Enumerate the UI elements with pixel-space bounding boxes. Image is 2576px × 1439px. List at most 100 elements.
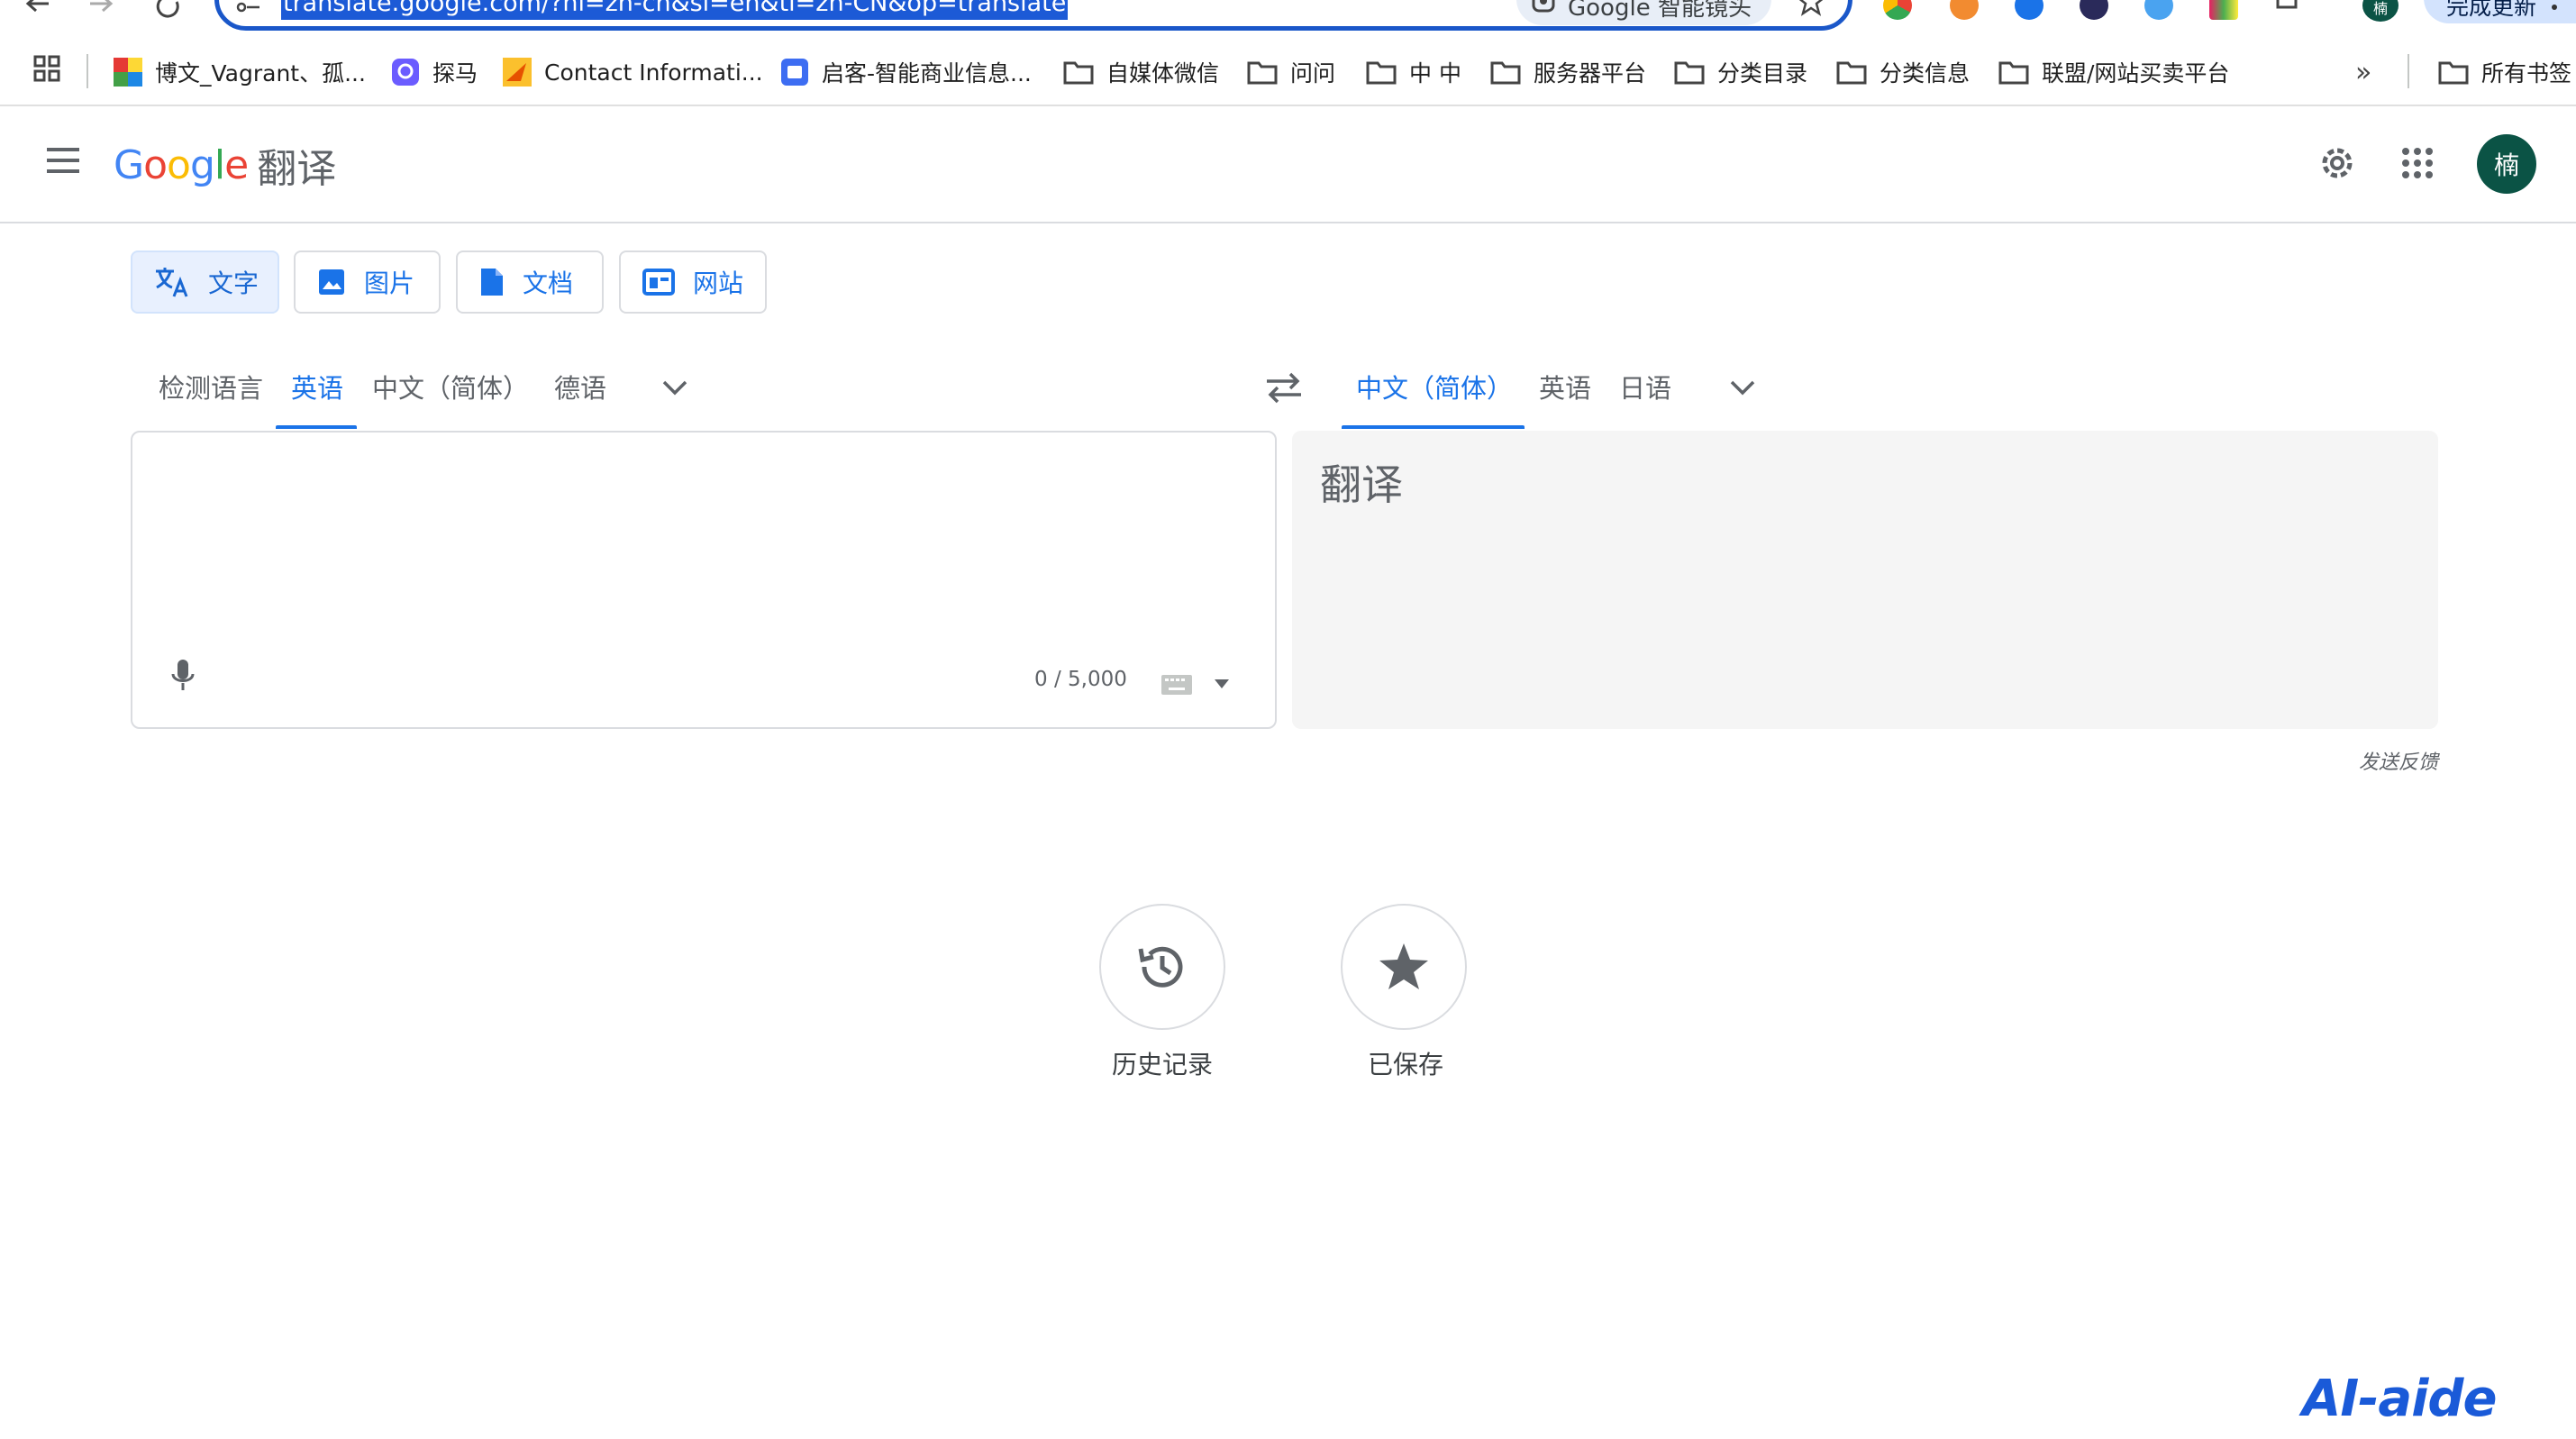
- site-info-icon[interactable]: [236, 0, 261, 18]
- source-lang-detect-tab[interactable]: 检测语言: [159, 368, 263, 407]
- bookmark-label: 探马: [432, 60, 478, 87]
- google-translate-logo[interactable]: Google 翻译: [114, 133, 336, 196]
- extension-chrome-icon[interactable]: [1883, 0, 1912, 20]
- folder-icon: [2438, 61, 2469, 85]
- hamburger-menu-icon[interactable]: [45, 146, 81, 175]
- bookmark-label: 博文_Vagrant、孤...: [155, 60, 366, 87]
- image-icon: [319, 269, 344, 295]
- document-icon: [481, 269, 503, 296]
- extension-dark-icon[interactable]: [2080, 0, 2108, 20]
- source-tab-underline: [276, 425, 357, 429]
- mode-label: 网站: [693, 269, 744, 298]
- star-icon: [1379, 943, 1428, 989]
- all-bookmarks-folder[interactable]: 所有书签: [2438, 52, 2571, 92]
- folder-icon: [1490, 61, 1521, 85]
- bookmark-label: 自媒体微信: [1106, 60, 1220, 87]
- logo-product-name: 翻译: [257, 146, 337, 192]
- source-lang-german-tab[interactable]: 德语: [554, 368, 606, 407]
- website-icon: [642, 269, 675, 296]
- extension-wave-icon[interactable]: [2144, 0, 2173, 20]
- keyboard-icon[interactable]: [1161, 674, 1193, 696]
- source-lang-chinese-tab[interactable]: 中文（简体）: [372, 368, 529, 407]
- saved-label: 已保存: [1368, 1050, 1444, 1079]
- logo-google: Google: [114, 141, 249, 188]
- url-text[interactable]: translate.google.com/?hl=zh-cn&sl=en&tl=…: [281, 0, 1069, 20]
- folder-icon: [1366, 61, 1397, 85]
- mode-label: 文字: [208, 269, 259, 298]
- bookmarks-bar: 博文_Vagrant、孤... 探马 Contact Informati... …: [0, 40, 2576, 106]
- bookmark-folder[interactable]: 服务器平台: [1490, 52, 1646, 92]
- lens-icon: [1532, 0, 1557, 16]
- app-header: [0, 106, 2576, 223]
- bookmark-label: Contact Informati...: [544, 59, 763, 86]
- mode-document-button[interactable]: 文档: [456, 250, 604, 314]
- forward-icon[interactable]: [88, 0, 124, 20]
- bookmark-folder[interactable]: 问问: [1247, 52, 1335, 92]
- bookmarks-divider: [86, 54, 88, 88]
- bookmark-label: 启客-智能商业信息...: [822, 60, 1032, 87]
- bookmark-folder[interactable]: 联盟/网站买卖平台: [1998, 52, 2229, 92]
- saved-button[interactable]: [1341, 904, 1467, 1030]
- bookmark-label: 联盟/网站买卖平台: [2042, 60, 2230, 87]
- target-lang-chinese-tab[interactable]: 中文（简体）: [1356, 368, 1513, 407]
- target-lang-more-chevron-down-icon[interactable]: [1729, 378, 1756, 396]
- translation-placeholder: 翻译: [1320, 460, 1403, 509]
- extension-monkey-icon[interactable]: [1950, 0, 1979, 20]
- bookmark-folder[interactable]: 分类目录: [1674, 52, 1807, 92]
- bookmarks-divider: [2408, 54, 2409, 88]
- mode-label: 图片: [364, 269, 415, 298]
- bookmark-folder[interactable]: 中 中: [1366, 52, 1461, 92]
- folder-icon: [1063, 61, 1094, 85]
- target-lang-english-tab[interactable]: 英语: [1539, 368, 1591, 407]
- bookmark-label: 分类信息: [1880, 60, 1971, 87]
- input-tools-dropdown-icon[interactable]: [1213, 678, 1231, 690]
- mode-label: 文档: [523, 269, 574, 298]
- bookmark-label: 中 中: [1409, 60, 1461, 87]
- folder-icon: [1998, 61, 2029, 85]
- watermark-logo: AI-aide: [2302, 1370, 2497, 1428]
- lens-label: Google 智能镜头: [1568, 0, 1752, 22]
- mode-text-button[interactable]: 文字: [131, 250, 279, 314]
- bookmark-label: 所有书签: [2481, 60, 2572, 87]
- more-bookmarks-button[interactable]: »: [2355, 52, 2371, 92]
- profile-avatar[interactable]: 楠: [2362, 0, 2399, 22]
- purple-app-icon: [392, 59, 419, 86]
- reload-icon[interactable]: [155, 0, 191, 20]
- mode-image-button[interactable]: 图片: [294, 250, 441, 314]
- bookmark-item[interactable]: Contact Informati...: [503, 52, 763, 92]
- history-button[interactable]: [1099, 904, 1225, 1030]
- settings-gear-icon[interactable]: [2317, 142, 2358, 184]
- bookmark-label: 分类目录: [1717, 60, 1808, 87]
- bookmark-folder[interactable]: 自媒体微信: [1063, 52, 1219, 92]
- browser-menu-icon[interactable]: [2550, 0, 2559, 18]
- translate-icon: [156, 268, 188, 297]
- history-label: 历史记录: [1112, 1050, 1214, 1079]
- source-lang-english-tab[interactable]: 英语: [291, 368, 343, 407]
- target-tab-underline: [1342, 425, 1525, 429]
- account-avatar[interactable]: 楠: [2477, 134, 2536, 194]
- bookmark-folder[interactable]: 分类信息: [1836, 52, 1970, 92]
- bookmark-label: 问问: [1290, 60, 1336, 87]
- yellow-site-icon: [503, 58, 532, 87]
- source-lang-more-chevron-down-icon[interactable]: [661, 378, 688, 396]
- bookmark-item[interactable]: 启客-智能商业信息...: [780, 52, 1032, 92]
- swap-languages-icon[interactable]: [1265, 371, 1303, 404]
- bookmark-item[interactable]: 博文_Vagrant、孤...: [114, 52, 366, 92]
- send-feedback-link[interactable]: 发送反馈: [2359, 746, 2438, 775]
- bookmark-item[interactable]: 探马: [391, 52, 478, 92]
- mode-website-button[interactable]: 网站: [619, 250, 767, 314]
- extension-grid-icon[interactable]: [2209, 0, 2238, 20]
- microphone-icon[interactable]: [169, 658, 196, 696]
- folder-icon: [1247, 61, 1278, 85]
- target-lang-japanese-tab[interactable]: 日语: [1619, 368, 1671, 407]
- google-apps-grid-icon[interactable]: [2401, 147, 2434, 179]
- extension-check-icon[interactable]: [2015, 0, 2044, 20]
- back-icon[interactable]: [23, 0, 59, 20]
- character-count: 0 / 5,000: [1034, 668, 1127, 691]
- bookmark-star-icon[interactable]: [1797, 0, 1825, 18]
- update-label: 完成更新: [2446, 0, 2537, 20]
- extensions-puzzle-icon[interactable]: [2274, 0, 2303, 18]
- bookmark-label: 服务器平台: [1534, 60, 1647, 87]
- colorful-site-icon: [114, 58, 142, 87]
- apps-shortcut-icon[interactable]: [32, 54, 61, 83]
